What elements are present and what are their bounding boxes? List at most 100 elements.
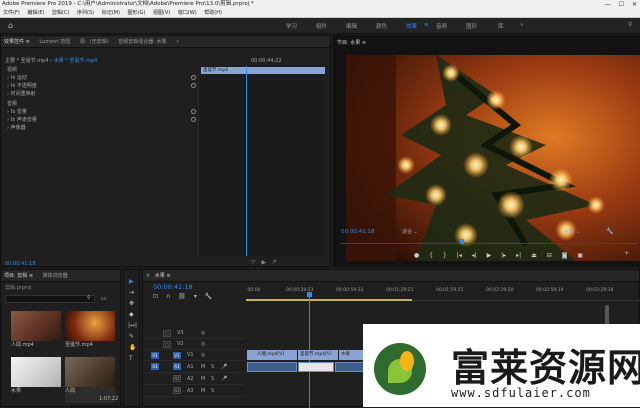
- hand-tool-icon[interactable]: ✋: [129, 344, 136, 351]
- clip-path-master[interactable]: 主要 * 圣诞节.mp4: [5, 58, 49, 64]
- close-icon[interactable]: ×: [146, 273, 150, 279]
- solo-icon[interactable]: S: [211, 363, 214, 371]
- mute-icon[interactable]: M: [201, 363, 205, 371]
- tab-program[interactable]: 节目: 水果 ≡: [337, 40, 366, 46]
- workspace-libraries[interactable]: 库: [498, 22, 504, 30]
- effect-row-volume[interactable]: › fx 音量: [1, 108, 198, 116]
- home-icon[interactable]: ⌂: [8, 21, 13, 30]
- workspace-learn[interactable]: 学习: [286, 22, 297, 30]
- program-scrubber[interactable]: [340, 239, 638, 244]
- mute-icon[interactable]: M: [201, 387, 205, 395]
- video-clip[interactable]: 水果: [339, 350, 364, 360]
- step-back-icon[interactable]: ◂|: [472, 252, 477, 259]
- audio-clip[interactable]: [298, 362, 334, 372]
- type-tool-icon[interactable]: T: [129, 355, 133, 362]
- tab-source[interactable]: 源：(无剪辑): [80, 39, 109, 45]
- playhead-head[interactable]: [307, 292, 312, 297]
- workspace-overflow-icon[interactable]: »: [520, 22, 523, 28]
- workspace-audio[interactable]: 音频: [436, 22, 447, 30]
- workspace-effects[interactable]: 效果: [406, 22, 417, 30]
- menu-edit[interactable]: 编辑(E): [27, 10, 44, 16]
- tab-media-browser[interactable]: 媒体浏览器: [43, 273, 68, 279]
- new-bin-icon[interactable]: ▭: [101, 295, 107, 302]
- track-target-icon[interactable]: V1: [173, 352, 181, 359]
- minimize-icon[interactable]: —: [605, 1, 611, 8]
- menu-help[interactable]: 帮助(H): [204, 10, 222, 16]
- project-item[interactable]: 圣诞节.mp4: [65, 311, 115, 357]
- video-clip[interactable]: 圣诞节.mp4[V]: [298, 350, 338, 360]
- menu-file[interactable]: 文件(F): [3, 10, 20, 16]
- extract-icon[interactable]: ⊟: [547, 252, 552, 259]
- mute-icon[interactable]: M: [201, 375, 205, 383]
- project-item[interactable]: 水果: [11, 357, 61, 403]
- workspace-color[interactable]: 颜色: [376, 22, 387, 30]
- project-item[interactable]: 人間.mp4: [11, 311, 61, 357]
- project-item[interactable]: 人間 1:07:22: [65, 357, 118, 403]
- timeline-timecode[interactable]: 00:00:41:18: [153, 283, 193, 291]
- mini-playhead[interactable]: [246, 66, 247, 256]
- wrench-icon[interactable]: 🔧: [606, 228, 613, 235]
- workspace-effects-menu[interactable]: ≡: [424, 22, 429, 28]
- comparison-view-icon[interactable]: ▣: [577, 252, 583, 259]
- slip-tool-icon[interactable]: |↔|: [128, 322, 137, 329]
- export-icon[interactable]: ↱: [272, 259, 277, 266]
- source-patch-icon[interactable]: V1: [151, 352, 159, 359]
- reset-icon[interactable]: [191, 117, 196, 122]
- tab-lumetri-scopes[interactable]: Lumetri 范围: [39, 39, 70, 45]
- export-frame-icon[interactable]: ◙: [562, 252, 568, 259]
- menu-sequence[interactable]: 序列(S): [77, 10, 94, 16]
- solo-icon[interactable]: S: [211, 375, 214, 383]
- effect-row-opacity[interactable]: › fx 不透明度: [1, 82, 198, 90]
- add-button-icon[interactable]: +: [624, 250, 629, 257]
- toggle-output-icon[interactable]: ◎: [201, 351, 205, 359]
- mark-in-icon[interactable]: {: [429, 252, 433, 259]
- razor-icon[interactable]: ◆: [129, 311, 134, 318]
- program-playhead[interactable]: [460, 239, 464, 244]
- maximize-icon[interactable]: ☐: [619, 1, 624, 8]
- tab-project[interactable]: 项目: 剪辑 ≡: [4, 273, 33, 279]
- audio-clip[interactable]: [247, 362, 297, 372]
- tabs-overflow-icon[interactable]: »: [176, 39, 179, 45]
- lock-icon[interactable]: ◻: [163, 330, 171, 337]
- play-only-audio-icon[interactable]: ▶: [262, 259, 267, 266]
- menu-window[interactable]: 窗口(W): [178, 10, 197, 16]
- selection-tool-icon[interactable]: ▶: [129, 278, 134, 285]
- reset-icon[interactable]: [191, 83, 196, 88]
- toggle-output-icon[interactable]: ◎: [201, 329, 205, 337]
- video-clip[interactable]: 人間.mp4[V]: [247, 350, 297, 360]
- workspace-assembly[interactable]: 组件: [316, 22, 327, 30]
- solo-icon[interactable]: S: [211, 387, 214, 395]
- track-target-icon[interactable]: A2: [173, 375, 181, 382]
- go-to-in-icon[interactable]: |◂: [457, 252, 462, 259]
- search-icon[interactable]: ⚲: [87, 295, 91, 301]
- filter-icon[interactable]: ▽: [251, 259, 256, 266]
- workspace-editing[interactable]: 编辑: [346, 22, 357, 30]
- menu-view[interactable]: 视图(V): [153, 10, 170, 16]
- close-icon[interactable]: ✕: [632, 1, 637, 8]
- track-target-icon[interactable]: A1: [173, 363, 181, 370]
- pen-tool-icon[interactable]: ✎: [129, 333, 134, 340]
- tab-audio-clip-mixer[interactable]: 音频剪辑混合器: 水果: [118, 39, 166, 45]
- workspace-graphics[interactable]: 图形: [466, 22, 477, 30]
- nest-icon[interactable]: ⊡: [153, 293, 158, 300]
- reset-icon[interactable]: [191, 109, 196, 114]
- menu-marker[interactable]: 标记(M): [102, 10, 120, 16]
- timeline-settings-icon[interactable]: 🔧: [205, 293, 212, 300]
- track-select-icon[interactable]: ⇥: [129, 289, 134, 296]
- effect-row-time-remap[interactable]: › 时间重映射: [1, 90, 198, 98]
- search-icon[interactable]: ⚲: [628, 22, 632, 28]
- play-icon[interactable]: ▶: [487, 252, 492, 259]
- track-target-icon[interactable]: A3: [173, 387, 181, 394]
- tab-timeline-sequence[interactable]: 水果 ≡: [155, 273, 171, 279]
- lock-icon[interactable]: ◻: [163, 341, 171, 348]
- voice-over-icon[interactable]: 🎤: [221, 375, 227, 383]
- menu-clip[interactable]: 剪辑(C): [52, 10, 69, 16]
- go-to-out-icon[interactable]: ▸|: [516, 252, 521, 259]
- mini-clip-bar[interactable]: 圣诞节.mp4: [201, 67, 325, 74]
- ripple-edit-icon[interactable]: ✥: [129, 300, 134, 307]
- lift-icon[interactable]: ⏏: [531, 252, 537, 259]
- source-patch-icon[interactable]: A1: [151, 363, 159, 370]
- add-marker-icon[interactable]: ●: [414, 252, 419, 259]
- effect-row-channel-volume[interactable]: › fx 声道音量: [1, 116, 198, 124]
- toggle-output-icon[interactable]: ◎: [201, 340, 205, 348]
